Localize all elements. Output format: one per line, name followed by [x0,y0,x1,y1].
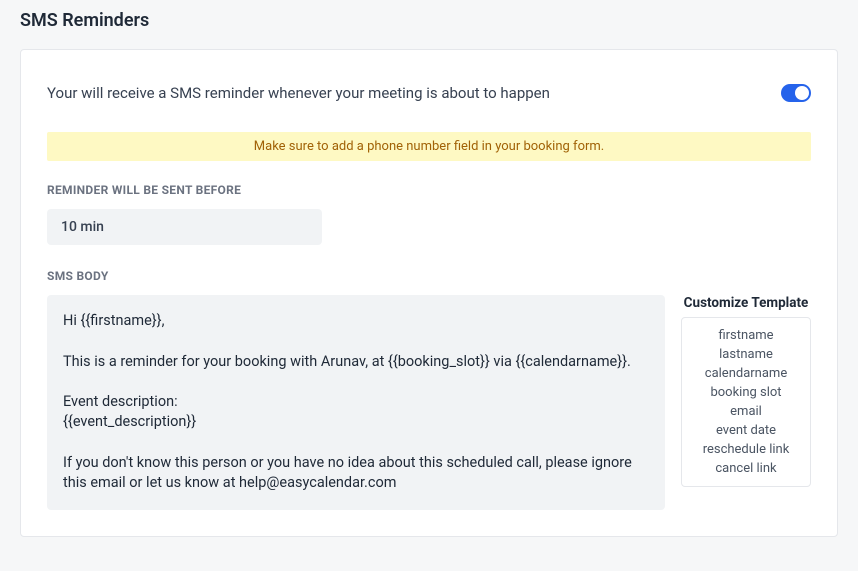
customize-template-panel: Customize Template firstname lastname ca… [681,295,811,487]
token-email[interactable]: email [688,402,804,421]
toggle-knob-icon [795,86,809,100]
template-token-list: firstname lastname calendarname booking … [681,317,811,487]
sms-body-row: Hi {{firstname}}, This is a reminder for… [47,295,811,510]
settings-card: Your will receive a SMS reminder wheneve… [20,49,838,537]
toggle-row: Your will receive a SMS reminder wheneve… [47,84,811,102]
sms-enable-toggle[interactable] [781,84,811,102]
token-reschedule-link[interactable]: reschedule link [688,440,804,459]
customize-template-title: Customize Template [681,295,811,311]
token-booking-slot[interactable]: booking slot [688,383,804,402]
token-firstname[interactable]: firstname [688,326,804,345]
sms-body-label: SMS BODY [47,269,811,283]
token-cancel-link[interactable]: cancel link [688,459,804,478]
page-title: SMS Reminders [20,10,838,31]
phone-number-alert: Make sure to add a phone number field in… [47,132,811,161]
reminder-time-select[interactable]: 10 min [47,209,322,245]
sms-body-editor[interactable]: Hi {{firstname}}, This is a reminder for… [47,295,665,510]
token-calendarname[interactable]: calendarname [688,364,804,383]
token-lastname[interactable]: lastname [688,345,804,364]
sms-description: Your will receive a SMS reminder wheneve… [47,84,550,102]
token-event-date[interactable]: event date [688,421,804,440]
reminder-before-label: REMINDER WILL BE SENT BEFORE [47,183,811,197]
